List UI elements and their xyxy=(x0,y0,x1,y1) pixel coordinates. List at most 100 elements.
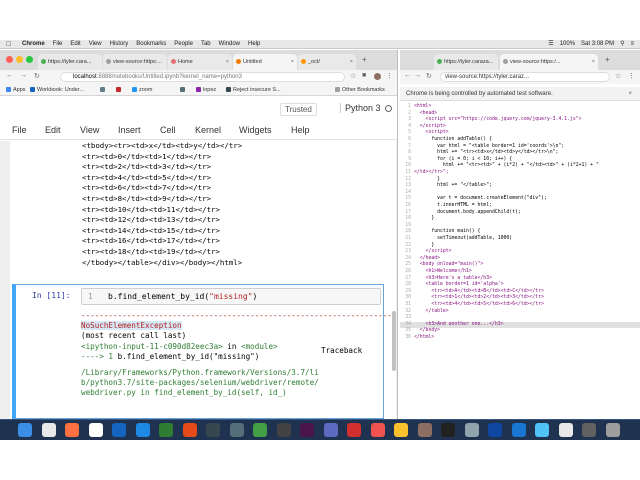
jmenu-edit[interactable]: Edit xyxy=(45,125,61,135)
app-icon[interactable] xyxy=(417,423,432,437)
notebook-scrollbar[interactable] xyxy=(392,311,396,371)
bookmark-star-icon[interactable]: ☆ xyxy=(350,72,356,80)
slack-icon[interactable] xyxy=(300,423,314,437)
bookmark-apps[interactable]: Apps xyxy=(6,84,26,96)
word-icon[interactable] xyxy=(135,423,150,437)
close-tab-icon[interactable]: × xyxy=(350,54,353,70)
source-line: 36 </html> xyxy=(400,335,640,342)
app-icon[interactable] xyxy=(276,423,291,437)
tab-1[interactable]: https://tyler.cara... xyxy=(38,54,102,70)
menu-bookmarks[interactable]: Bookmarks xyxy=(136,40,166,49)
terminal-icon[interactable] xyxy=(441,423,455,437)
trusted-badge[interactable]: Trusted xyxy=(280,103,317,116)
app-icon[interactable] xyxy=(253,423,267,437)
app-icon[interactable] xyxy=(464,423,479,437)
close-tab-icon[interactable]: × xyxy=(291,54,294,70)
more-icon[interactable]: ⋮ xyxy=(386,72,393,80)
close-window-icon[interactable] xyxy=(6,56,13,63)
source-text: </table> xyxy=(414,308,449,314)
new-tab-icon[interactable]: + xyxy=(605,55,610,64)
menu-edit[interactable]: Edit xyxy=(70,40,80,49)
list-icon[interactable]: ≡ xyxy=(630,40,634,49)
bookmark-star-icon[interactable]: ☆ xyxy=(615,72,621,80)
reload-icon[interactable]: ↻ xyxy=(426,72,432,80)
jmenu-cell[interactable]: Cell xyxy=(160,125,176,135)
search-icon[interactable]: ⚲ xyxy=(620,40,624,49)
tab-5[interactable]: _oct/ × xyxy=(298,54,356,70)
battery-level[interactable]: 100% xyxy=(560,40,575,49)
bookmark-3[interactable] xyxy=(100,84,107,96)
code-cell[interactable]: In [11]: 1 b.find_element_by_id("missing… xyxy=(12,284,397,419)
tab-2[interactable]: view-source:https:... xyxy=(103,54,167,70)
close-icon[interactable]: × xyxy=(628,87,632,101)
avatar[interactable] xyxy=(374,73,381,80)
wifi-icon[interactable]: ☰ xyxy=(548,40,553,49)
menu-tab[interactable]: Tab xyxy=(201,40,211,49)
close-tab-icon[interactable]: × xyxy=(226,54,229,70)
clock[interactable]: Sat 3:08 PM xyxy=(581,40,614,49)
back-icon[interactable]: ← xyxy=(404,72,411,79)
app-icon[interactable] xyxy=(206,423,220,437)
jmenu-widgets[interactable]: Widgets xyxy=(239,125,272,135)
apple-icon[interactable]:  xyxy=(6,40,11,49)
menu-file[interactable]: File xyxy=(53,40,63,49)
url-input[interactable]: view-source:https://tyler.caraz... xyxy=(440,72,610,82)
app-icon[interactable] xyxy=(229,423,244,437)
bookmark-other[interactable]: Other Bookmarks xyxy=(335,84,385,96)
bookmark-label: Other Bookmarks xyxy=(342,87,385,93)
app-icon[interactable] xyxy=(323,423,338,437)
app-icon[interactable] xyxy=(370,423,385,437)
firefox-icon[interactable] xyxy=(65,423,79,437)
bookmark-zoom[interactable]: zoom xyxy=(132,84,152,96)
outlook-icon[interactable] xyxy=(112,423,126,437)
bookmark-4[interactable] xyxy=(116,84,123,96)
app-icon[interactable] xyxy=(488,423,502,437)
menu-history[interactable]: History xyxy=(110,40,129,49)
chrome-icon[interactable] xyxy=(41,423,56,437)
menu-window[interactable]: Window xyxy=(219,40,240,49)
jmenu-kernel[interactable]: Kernel xyxy=(195,125,221,135)
code-input[interactable]: 1 b.find_element_by_id("missing") xyxy=(81,288,381,305)
menu-view[interactable]: View xyxy=(89,40,102,49)
new-tab-icon[interactable]: + xyxy=(362,55,367,64)
app-icon[interactable] xyxy=(394,423,408,437)
tab-2-active[interactable]: view-source:https:/... × xyxy=(500,54,598,70)
app-name[interactable]: Chrome xyxy=(22,40,45,49)
app-icon[interactable] xyxy=(88,423,103,437)
back-icon[interactable]: ← xyxy=(6,72,13,79)
finder-icon[interactable] xyxy=(18,423,32,437)
trash-icon[interactable] xyxy=(605,423,620,437)
acrobat-icon[interactable] xyxy=(347,423,361,437)
tab-3[interactable]: Home × xyxy=(168,54,232,70)
jmenu-view[interactable]: View xyxy=(80,125,99,135)
excel-icon[interactable] xyxy=(159,423,173,437)
bookmark-workbook[interactable]: Workbook: Under... xyxy=(30,84,84,96)
code-text[interactable]: b.find_element_by_id("missing") xyxy=(108,292,257,301)
close-tab-icon[interactable]: × xyxy=(592,54,595,70)
extension-icon[interactable]: ■ xyxy=(362,72,366,79)
forward-icon[interactable]: → xyxy=(414,72,421,79)
more-icon[interactable]: ⋮ xyxy=(628,72,635,80)
app-icon[interactable] xyxy=(535,423,549,437)
minimize-window-icon[interactable] xyxy=(16,56,23,63)
bookmark-6[interactable] xyxy=(180,84,187,96)
kernel-status-icon xyxy=(385,105,392,112)
bookmark-lopez[interactable]: lopez xyxy=(196,84,216,96)
url-input[interactable]: localhost:8888/notebooks/Untitled.ipynb?… xyxy=(60,72,345,82)
reload-icon[interactable]: ↻ xyxy=(34,72,40,80)
powerpoint-icon[interactable] xyxy=(182,423,197,437)
jmenu-insert[interactable]: Insert xyxy=(118,125,141,135)
menu-people[interactable]: People xyxy=(174,40,193,49)
app-icon[interactable] xyxy=(582,423,596,437)
bookmark-reject[interactable]: Reject insecure S... xyxy=(226,84,281,96)
jmenu-file[interactable]: File xyxy=(12,125,27,135)
kernel-name[interactable]: Python 3 xyxy=(340,103,381,113)
menu-help[interactable]: Help xyxy=(248,40,260,49)
forward-icon[interactable]: → xyxy=(20,72,27,79)
jmenu-help[interactable]: Help xyxy=(291,125,310,135)
app-icon[interactable] xyxy=(511,423,526,437)
tab-4-active[interactable]: Untitled × xyxy=(233,54,297,70)
tab-1[interactable]: https://tyler.caraza... xyxy=(434,54,498,70)
zoom-window-icon[interactable] xyxy=(26,56,33,63)
chrome-icon[interactable] xyxy=(558,423,573,437)
